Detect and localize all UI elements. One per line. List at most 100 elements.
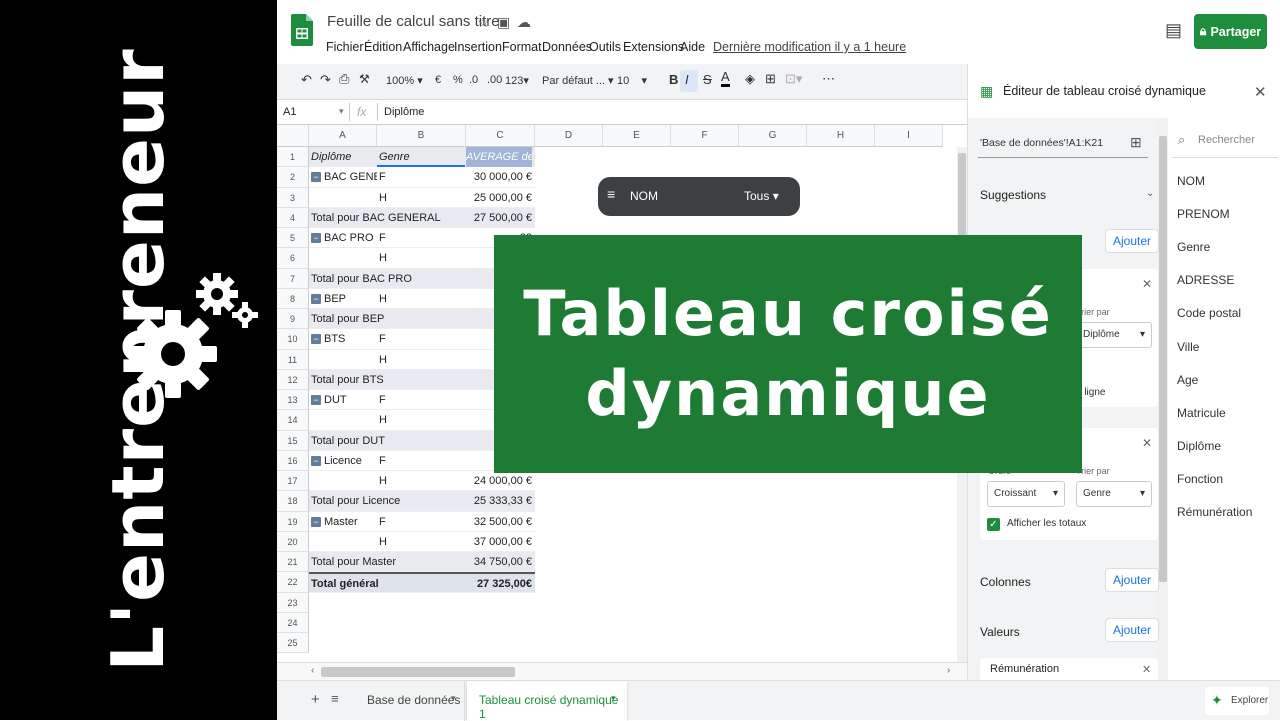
- cell-b[interactable]: F: [379, 394, 464, 406]
- currency-format-button[interactable]: €: [435, 74, 441, 86]
- cell-b[interactable]: F: [379, 171, 464, 183]
- cell-a[interactable]: Total pour BAC PRO: [311, 273, 465, 285]
- share-button[interactable]: 🔒︎ Partager: [1194, 14, 1267, 49]
- menu-donnees[interactable]: Données: [542, 40, 592, 54]
- zoom-select[interactable]: 100% ▾: [386, 74, 423, 87]
- cell-b[interactable]: H: [379, 536, 464, 548]
- cell-b[interactable]: F: [379, 455, 464, 467]
- cell-c[interactable]: 34 750,00 €: [466, 556, 532, 568]
- move-folder-icon[interactable]: ▣: [497, 14, 510, 31]
- row-header[interactable]: 4: [277, 207, 309, 228]
- name-box-dropdown-icon[interactable]: ▾: [339, 106, 344, 117]
- cell-b[interactable]: H: [379, 475, 464, 487]
- sheet-tab-base[interactable]: Base de données ▾: [355, 681, 465, 721]
- add-row-button[interactable]: Ajouter: [1105, 229, 1159, 253]
- all-sheets-icon[interactable]: ≡: [331, 691, 339, 706]
- field-item[interactable]: ADRESSE: [1177, 273, 1234, 287]
- col-header-f[interactable]: F: [671, 125, 739, 147]
- menu-edition[interactable]: Édition: [364, 40, 402, 54]
- scroll-left-icon[interactable]: ‹: [311, 665, 314, 676]
- cell-c[interactable]: 37 000,00 €: [466, 536, 532, 548]
- more-icon[interactable]: ⋯: [822, 71, 835, 87]
- row-header[interactable]: 15: [277, 430, 309, 451]
- cell-b[interactable]: H: [379, 354, 464, 366]
- cell-c[interactable]: 27 325,00€: [466, 578, 532, 590]
- row-header[interactable]: 2: [277, 167, 309, 188]
- row-header[interactable]: 7: [277, 268, 309, 289]
- star-icon[interactable]: ☆: [477, 14, 490, 31]
- strikethrough-button[interactable]: S: [703, 72, 712, 87]
- filter-value[interactable]: Tous ▾: [744, 189, 779, 203]
- cell-a[interactable]: − BEP: [311, 293, 377, 305]
- select-all-corner[interactable]: [277, 125, 309, 147]
- cell-c[interactable]: 25 000,00 €: [466, 192, 532, 204]
- increase-decimal-button[interactable]: .00: [487, 74, 502, 86]
- field-item[interactable]: Genre: [1177, 240, 1210, 254]
- menu-fichier[interactable]: Fichier: [326, 40, 364, 54]
- cell-a[interactable]: −BAC GENER: [311, 171, 377, 183]
- cell-a[interactable]: − BAC PRO: [311, 232, 377, 244]
- bold-button[interactable]: B: [669, 72, 678, 87]
- row-header[interactable]: 11: [277, 349, 309, 370]
- cell-a[interactable]: Total pour BEP: [311, 313, 465, 325]
- field-item[interactable]: Age: [1177, 373, 1198, 387]
- row-header[interactable]: 18: [277, 491, 309, 512]
- field-item[interactable]: NOM: [1177, 174, 1205, 188]
- menu-extensions[interactable]: Extensions: [623, 40, 684, 54]
- remove-row-icon[interactable]: ✕: [1142, 436, 1152, 450]
- cell-b[interactable]: F: [379, 333, 464, 345]
- cell-b[interactable]: H: [379, 293, 464, 305]
- order-select[interactable]: Croissant ▾: [987, 481, 1065, 507]
- sort-by-select[interactable]: Diplôme ▾: [1076, 322, 1152, 348]
- cell-b[interactable]: H: [379, 414, 464, 426]
- remove-value-icon[interactable]: ✕: [1142, 663, 1151, 676]
- col-header-h[interactable]: H: [807, 125, 875, 147]
- field-item[interactable]: Diplôme: [1177, 439, 1221, 453]
- menu-affichage[interactable]: Affichage: [403, 40, 455, 54]
- select-range-icon[interactable]: ⊞: [1130, 134, 1142, 151]
- cell-a[interactable]: − DUT: [311, 394, 377, 406]
- cell-c[interactable]: AVERAGE de Ré: [466, 147, 532, 168]
- redo-icon[interactable]: ↷: [320, 72, 331, 88]
- cell-a[interactable]: − Master: [311, 516, 377, 528]
- horizontal-scroll-thumb[interactable]: [321, 667, 515, 677]
- cell-b[interactable]: H: [379, 192, 464, 204]
- tab-dropdown-icon[interactable]: ▾: [611, 693, 616, 704]
- col-header-c[interactable]: C: [466, 125, 535, 147]
- row-header[interactable]: 5: [277, 228, 309, 249]
- add-value-button[interactable]: Ajouter: [1105, 618, 1159, 642]
- row-header[interactable]: 25: [277, 633, 309, 654]
- row-header[interactable]: 24: [277, 612, 309, 633]
- row-header[interactable]: 13: [277, 390, 309, 411]
- collapse-group-icon[interactable]: −: [311, 455, 321, 466]
- row-header[interactable]: 21: [277, 552, 309, 573]
- cell-b[interactable]: F: [379, 516, 464, 528]
- row-header[interactable]: 1: [277, 147, 309, 168]
- menu-outils[interactable]: Outils: [589, 40, 621, 54]
- menu-aide[interactable]: Aide: [680, 40, 705, 54]
- name-box[interactable]: A1: [283, 106, 296, 118]
- row-header[interactable]: 8: [277, 288, 309, 309]
- row-header[interactable]: 9: [277, 309, 309, 330]
- field-item[interactable]: Matricule: [1177, 406, 1226, 420]
- collapse-group-icon[interactable]: −: [311, 172, 321, 183]
- scroll-right-icon[interactable]: ›: [947, 665, 950, 676]
- formula-input[interactable]: Diplôme: [384, 106, 424, 118]
- cell-a[interactable]: − Licence: [311, 455, 377, 467]
- row-header[interactable]: 6: [277, 248, 309, 269]
- field-item[interactable]: Fonction: [1177, 472, 1223, 486]
- chevron-down-icon[interactable]: ⌄: [1146, 188, 1154, 199]
- show-totals-checkbox[interactable]: ✓: [987, 518, 1000, 531]
- menu-format[interactable]: Format: [502, 40, 542, 54]
- explore-button[interactable]: ✦ Explorer: [1205, 687, 1269, 715]
- field-search[interactable]: ⌕ Rechercher: [1172, 122, 1278, 158]
- more-formats-select[interactable]: 123▾: [505, 74, 529, 87]
- close-editor-icon[interactable]: ✕: [1254, 83, 1267, 101]
- col-header-a[interactable]: A: [309, 125, 377, 147]
- borders-icon[interactable]: ⊞: [765, 71, 776, 87]
- cell-a[interactable]: Total pour DUT: [311, 435, 465, 447]
- col-header-e[interactable]: E: [603, 125, 671, 147]
- row-header[interactable]: 10: [277, 329, 309, 350]
- field-item[interactable]: Rémunération: [1177, 505, 1252, 519]
- collapse-group-icon[interactable]: −: [311, 395, 321, 405]
